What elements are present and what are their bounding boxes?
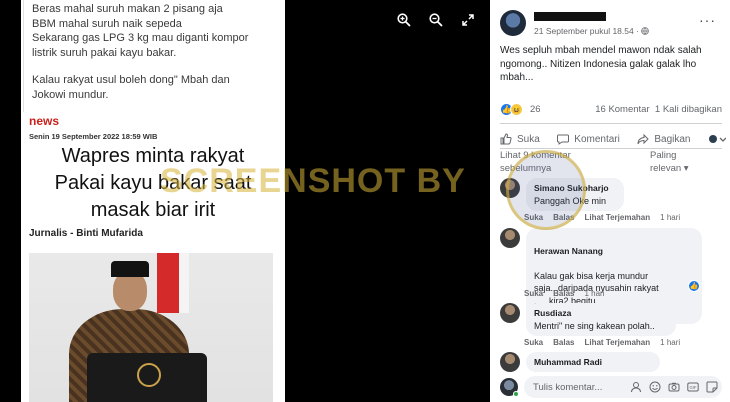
viewer-toolbar: [396, 12, 476, 28]
post-stats: 👍 😆 26 16 Komentar 1 Kali dibagikan: [500, 103, 722, 119]
reaction-count[interactable]: 26: [530, 104, 541, 115]
comment-button[interactable]: Komentari: [557, 129, 620, 149]
comment-reply-link[interactable]: Balas: [553, 289, 574, 298]
profile-switch-icon: [708, 135, 726, 143]
post-timestamp[interactable]: 21 September pukul 18.54 ·: [534, 26, 650, 36]
news-logo: news: [29, 114, 60, 128]
watermark-seal-logo: [506, 150, 586, 230]
author-avatar[interactable]: [500, 10, 526, 36]
divider-bottom: [500, 148, 722, 149]
news-date: Senin 19 September 2022 18:59 WIB: [29, 132, 158, 141]
photo-viewer: Beras mahal suruh makan 2 pisang aja BBM…: [0, 0, 488, 402]
fullscreen-icon[interactable]: [460, 12, 476, 28]
reaction-icons[interactable]: 👍 😆: [500, 103, 523, 116]
share-icon: [637, 133, 650, 145]
comment-meta: Suka Balas 1 hari: [524, 289, 605, 298]
globe-icon: [641, 27, 650, 35]
timestamp-text: 21 September pukul 18.54 ·: [534, 26, 642, 36]
post-photo[interactable]: Beras mahal suruh makan 2 pisang aja BBM…: [21, 0, 285, 402]
comment-reply-link[interactable]: Balas: [553, 338, 574, 347]
commenter-avatar[interactable]: [500, 303, 520, 323]
composer-icons: GIF: [630, 381, 718, 393]
comment-translate-link[interactable]: Lihat Terjemahan: [584, 213, 650, 222]
comment-like-link[interactable]: Suka: [524, 338, 543, 347]
comment-share-count: 16 Komentar 1 Kali dibagikan: [595, 104, 722, 115]
profile-switch-button[interactable]: [708, 129, 726, 149]
watermark-text: SCREENSHOT BY: [160, 162, 466, 200]
comment-like-badge-icon[interactable]: 👍: [688, 280, 700, 292]
more-options-icon[interactable]: ···: [699, 12, 716, 28]
share-button[interactable]: Bagikan: [637, 129, 690, 149]
commenter-avatar[interactable]: [500, 228, 520, 248]
post-actions: Suka Komentari Bagikan: [500, 129, 726, 149]
post-header: 21 September pukul 18.54 · ···: [500, 8, 726, 38]
comment-icon: [557, 134, 570, 145]
comment-time[interactable]: 1 hari: [584, 289, 604, 298]
person-head: [113, 271, 147, 311]
post-text-paragraph-2: Kalau rakyat usul boleh dong" Mbah dan J…: [32, 74, 230, 101]
flag-red: [157, 253, 179, 313]
comment-like-link[interactable]: Suka: [524, 289, 543, 298]
author-name-redacted: [534, 12, 606, 21]
news-author: Jurnalis - Binti Mufarida: [29, 228, 143, 239]
like-button[interactable]: Suka: [500, 129, 540, 149]
divider-top: [500, 123, 722, 124]
like-label: Suka: [517, 133, 540, 145]
share-count[interactable]: 1 Kali dibagikan: [655, 104, 722, 115]
comment-label: Komentari: [574, 133, 620, 145]
share-label: Bagikan: [654, 133, 691, 145]
commenter-name[interactable]: Rusdiaza: [534, 307, 668, 320]
comment-meta: Suka Balas Lihat Terjemahan 1 hari: [524, 338, 680, 347]
online-status-icon: [513, 391, 519, 397]
thumbs-up-icon: [500, 133, 512, 145]
commenter-avatar[interactable]: [500, 352, 520, 372]
news-photo: [29, 253, 273, 402]
avatar-sticker-icon[interactable]: [630, 381, 642, 393]
comment-bubble: Muhammad Radi: [526, 352, 660, 372]
zoom-out-icon[interactable]: [428, 12, 444, 28]
sort-dropdown[interactable]: Paling relevan ▾: [650, 150, 689, 175]
flag-white: [179, 253, 189, 313]
gif-icon[interactable]: GIF: [687, 381, 699, 393]
comment-text: Mentri" ne sing kakean polah..: [534, 320, 655, 331]
comment-time[interactable]: 1 hari: [660, 338, 680, 347]
garuda-emblem-icon: [137, 363, 161, 387]
commenter-name[interactable]: Herawan Nanang: [534, 245, 694, 258]
comment-bubble: Rusdiaza Mentri" ne sing kakean polah..: [526, 303, 676, 336]
haha-reaction-icon: 😆: [510, 103, 523, 116]
emoji-icon[interactable]: [649, 381, 661, 393]
sticker-icon[interactable]: [706, 381, 718, 393]
screenshot-post-text: Beras mahal suruh makan 2 pisang aja BBM…: [23, 0, 285, 112]
post-text-paragraph-1: Beras mahal suruh makan 2 pisang aja BBM…: [32, 3, 249, 59]
svg-text:GIF: GIF: [690, 385, 697, 390]
camera-icon[interactable]: [668, 381, 680, 393]
comment-time[interactable]: 1 hari: [660, 213, 680, 222]
comment-count[interactable]: 16 Komentar: [595, 104, 649, 115]
comment-composer: GIF: [500, 376, 722, 398]
comment-translate-link[interactable]: Lihat Terjemahan: [584, 338, 650, 347]
post-caption: Wes sepluh mbah mendel mawon ndak salah …: [500, 45, 702, 83]
peci-cap: [111, 261, 149, 277]
commenter-name[interactable]: Muhammad Radi: [534, 356, 652, 369]
zoom-in-icon[interactable]: [396, 12, 412, 28]
